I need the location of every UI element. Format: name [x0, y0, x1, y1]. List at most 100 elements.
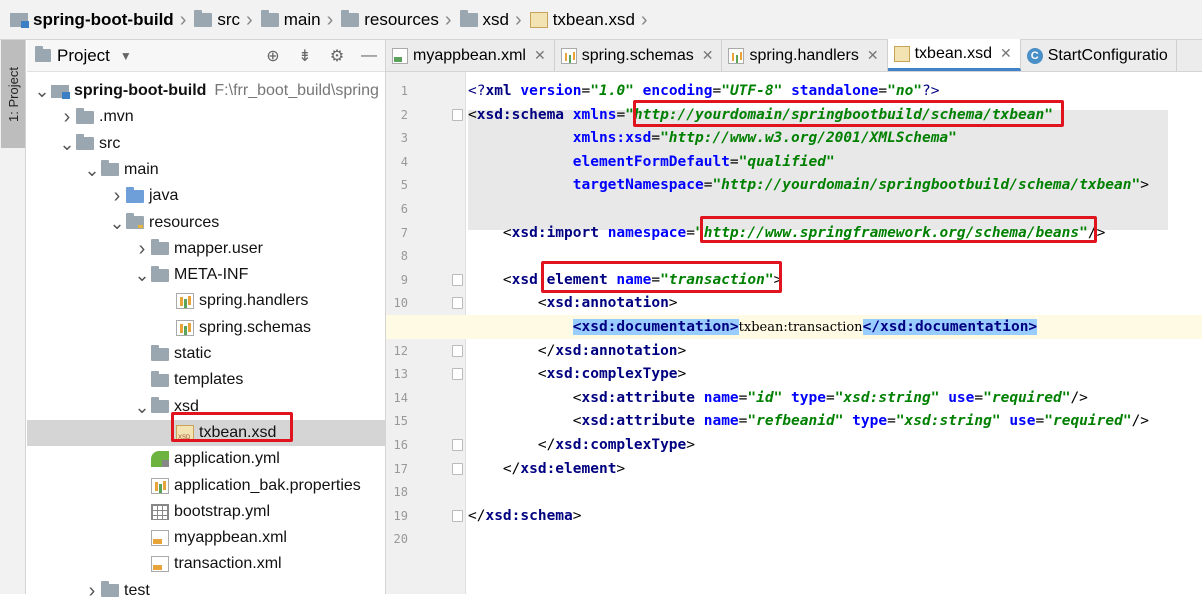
code-line[interactable] [386, 197, 1202, 221]
code-line[interactable] [386, 527, 1202, 551]
close-icon[interactable]: ✕ [702, 47, 714, 64]
tree-item-label: templates [174, 371, 244, 389]
tree-item[interactable]: templates [27, 367, 386, 393]
code-editor[interactable]: 1234567891011121314151617181920 <?xml ve… [386, 72, 1202, 594]
code-line-text: xmlns:xsd="http://www.w3.org/2001/XMLSch… [468, 126, 957, 150]
close-icon[interactable]: ✕ [867, 47, 879, 64]
tree-item-label: application.yml [174, 450, 280, 468]
code-line[interactable]: <xsd:element name="transaction"> [386, 268, 1202, 292]
chevron-down-icon[interactable]: ⌄ [108, 214, 126, 232]
breadcrumb-item[interactable]: txbean.xsd [529, 10, 635, 30]
code-line[interactable]: <xsd:schema xmlns="http://yourdomain/spr… [386, 103, 1202, 127]
tree-item[interactable]: spring.schemas [27, 315, 386, 341]
tree-item[interactable]: spring.handlers [27, 288, 386, 314]
chevron-down-icon[interactable]: ⌄ [58, 135, 76, 153]
resources-folder-icon [126, 213, 144, 229]
code-line[interactable]: <xsd:attribute name="refbeanid" type="xs… [386, 409, 1202, 433]
code-line[interactable]: </xsd:annotation> [386, 339, 1202, 363]
code-line[interactable]: elementFormDefault="qualified" [386, 150, 1202, 174]
code-line[interactable]: <xsd:import namespace="http://www.spring… [386, 221, 1202, 245]
tree-item[interactable]: › .mvn [27, 104, 386, 130]
code-line[interactable]: </xsd:schema> [386, 504, 1202, 528]
code-line[interactable]: <xsd:documentation>txbean:transaction</x… [386, 315, 1202, 339]
editor-tab-label: StartConfiguratio [1047, 46, 1168, 64]
tree-item[interactable]: › test [27, 578, 386, 604]
tree-item[interactable]: transaction.xml [27, 551, 386, 577]
class-icon: C [1026, 47, 1043, 64]
breadcrumb-label: main [283, 9, 321, 29]
breadcrumb-item[interactable]: resources [341, 9, 439, 30]
chevron-down-icon[interactable]: ⌄ [133, 266, 151, 284]
chevron-down-icon[interactable]: ⌄ [33, 82, 51, 100]
code-line[interactable]: <?xml version="1.0" encoding="UTF-8" sta… [386, 79, 1202, 103]
code-line[interactable]: </xsd:complexType> [386, 433, 1202, 457]
editor-tab[interactable]: myappbean.xml ✕ [386, 40, 555, 71]
tree-item[interactable]: ⌄ spring-boot-build F:\frr_boot_build\spri… [27, 78, 386, 104]
chevron-right-icon[interactable]: › [83, 581, 101, 601]
editor-tab[interactable]: txbean.xsd ✕ [887, 39, 1021, 71]
editor-tab[interactable]: spring.schemas ✕ [554, 40, 723, 71]
chevron-right-icon[interactable]: › [58, 107, 76, 127]
tree-item[interactable]: bootstrap.yml [27, 499, 386, 525]
tree-item[interactable]: txbean.xsd [27, 419, 386, 446]
tree-item[interactable]: ⌄ xsd [27, 394, 386, 420]
code-token: </ [468, 460, 521, 477]
code-line[interactable]: xmlns:xsd="http://www.w3.org/2001/XMLSch… [386, 126, 1202, 150]
tree-item[interactable]: › java [27, 183, 386, 209]
breadcrumb-item[interactable]: main [260, 9, 321, 30]
code-token: elementFormDefault [572, 153, 730, 170]
tree-item-label: mapper.user [174, 239, 263, 257]
caret-down-icon[interactable]: ▼ [120, 49, 132, 63]
collapse-all-icon[interactable]: ⇟ [289, 46, 321, 66]
tree-item[interactable]: › mapper.user [27, 236, 386, 262]
tree-item[interactable]: ⌄ resources [27, 210, 386, 236]
tree-item-label: src [99, 134, 121, 152]
tree-item[interactable]: static [27, 341, 386, 367]
chevron-down-icon[interactable]: ⌄ [133, 398, 151, 416]
project-panel-title[interactable]: Project [57, 46, 110, 66]
code-line[interactable] [386, 480, 1202, 504]
code-token: xsd:schema [485, 507, 573, 524]
code-token: > [677, 342, 687, 359]
folder-icon [194, 9, 213, 27]
code-line[interactable]: targetNamespace="http://yourdomain/sprin… [386, 173, 1202, 197]
tree-item-label: application_bak.properties [174, 476, 361, 494]
chevron-right-icon[interactable]: › [133, 239, 151, 259]
code-token: version [520, 83, 582, 99]
chevron-right-icon[interactable]: › [108, 186, 126, 206]
tree-item[interactable]: myappbean.xml [27, 525, 386, 551]
chevron-right-icon: › [179, 8, 187, 31]
code-token: txbean:transaction [738, 320, 863, 335]
code-line-text: <xsd:annotation> [468, 291, 678, 315]
close-icon[interactable]: ✕ [1000, 45, 1012, 62]
tree-item[interactable]: ⌄ main [27, 157, 386, 183]
close-icon[interactable]: ✕ [534, 47, 546, 64]
chevron-down-icon[interactable]: ⌄ [83, 161, 101, 179]
code-token: "required" [983, 389, 1071, 406]
tree-item-label: META-INF [174, 266, 249, 284]
breadcrumb-item[interactable]: spring-boot-build [10, 10, 174, 30]
code-token: encoding [642, 83, 713, 99]
crosshair-icon[interactable]: ⊕ [257, 46, 289, 66]
code-line-text: targetNamespace="http://yourdomain/sprin… [468, 173, 1149, 197]
breadcrumb-item[interactable]: src [194, 9, 240, 30]
tree-item[interactable]: ⌄ META-INF [27, 262, 386, 288]
code-line[interactable]: </xsd:element> [386, 457, 1202, 481]
breadcrumb-item[interactable]: xsd [459, 9, 509, 30]
tree-item[interactable]: application.yml [27, 446, 386, 472]
editor-tab[interactable]: spring.handlers ✕ [722, 40, 888, 71]
code-line[interactable] [386, 244, 1202, 268]
code-line[interactable]: <xsd:annotation> [386, 291, 1202, 315]
tree-item[interactable]: application_bak.properties [27, 473, 386, 499]
code-line[interactable]: <xsd:complexType> [386, 362, 1202, 386]
code-token: "http://www.springframework.org/schema/b… [695, 224, 1088, 241]
project-tool-tab[interactable]: 1: Project [1, 40, 25, 148]
properties-file-icon [728, 47, 745, 64]
tree-item[interactable]: ⌄ src [27, 131, 386, 157]
xml-file-icon [392, 47, 408, 64]
minimize-icon[interactable]: — [353, 47, 385, 65]
editor-tab[interactable]: C StartConfiguratio [1020, 40, 1177, 71]
gear-icon[interactable]: ⚙ [321, 46, 353, 66]
code-line[interactable]: <xsd:attribute name="id" type="xsd:strin… [386, 386, 1202, 410]
code-token: </ [468, 342, 556, 359]
